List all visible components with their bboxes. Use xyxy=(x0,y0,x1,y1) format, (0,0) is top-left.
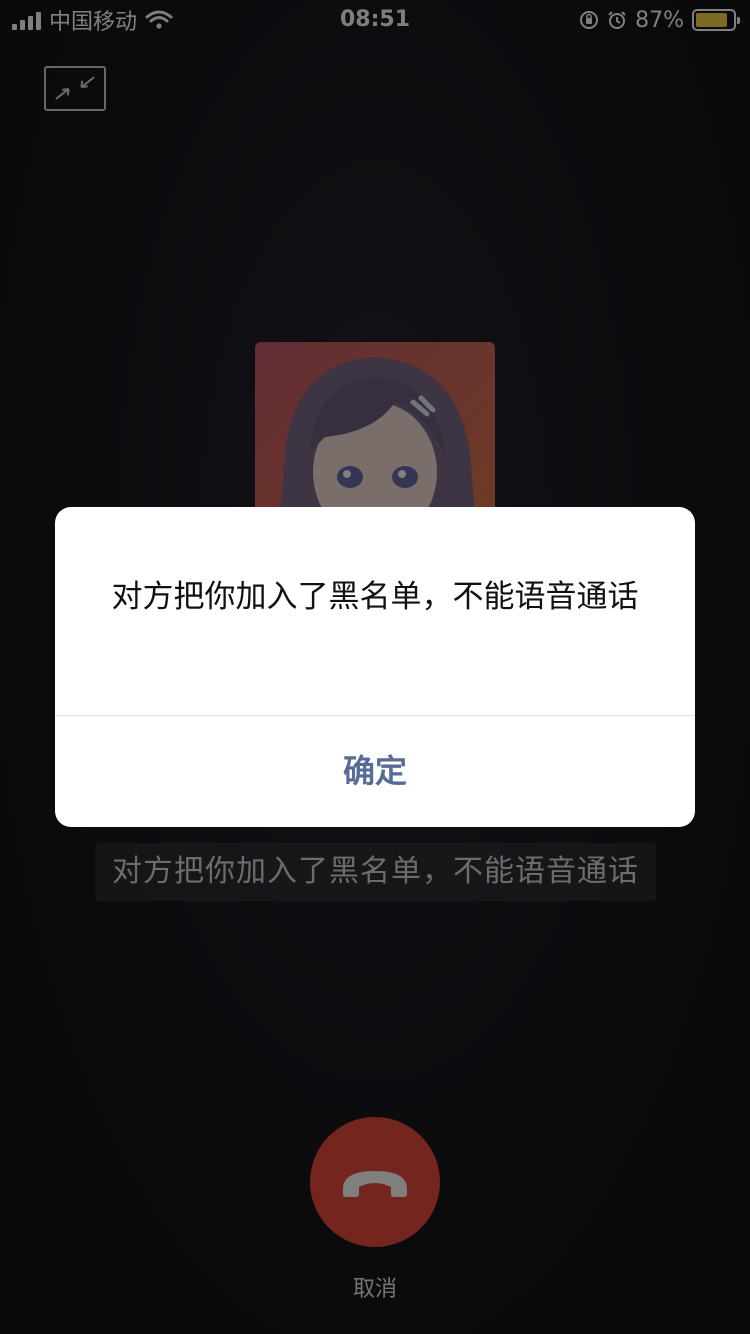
confirm-button[interactable]: 确定 xyxy=(55,716,695,827)
alert-dialog: 对方把你加入了黑名单，不能语音通话 确定 xyxy=(55,507,695,827)
alert-message: 对方把你加入了黑名单，不能语音通话 xyxy=(111,579,639,615)
